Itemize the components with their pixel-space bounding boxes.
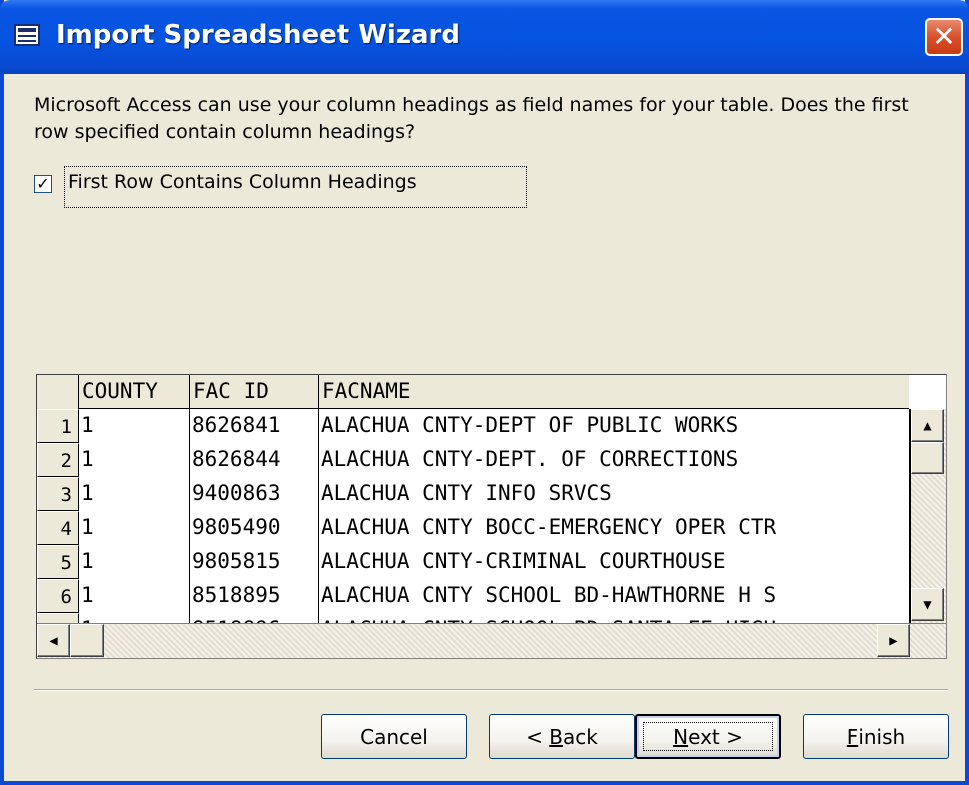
table-row[interactable]: 1 1 8626841 ALACHUA CNTY-DEPT OF PUBLIC … [37,409,909,443]
cell-county: 1 [79,613,190,623]
scroll-right-button[interactable]: ▶ [877,624,910,657]
arrow-up-icon: ▲ [923,417,932,434]
data-preview-grid[interactable]: COUNTY FAC ID FACNAME 1 1 8626841 ALACHU… [36,374,947,659]
back-button-mnemonic: B [549,724,563,749]
back-button-label: ack [563,724,598,749]
row-number: 2 [37,443,79,477]
table-row[interactable]: 4 1 9805490 ALACHUA CNTY BOCC-EMERGENCY … [37,511,909,545]
cell-fac-id: 8626844 [190,443,319,477]
table-row-partial[interactable]: 7 1 8518896 ALACHUA CNTY SCHOOL BD-SANTA… [37,613,909,623]
first-row-headings-checkbox[interactable]: ✓ [34,175,52,193]
finish-button-mnemonic: F [846,724,859,749]
arrow-right-icon: ▶ [889,632,898,649]
cell-facname: ALACHUA CNTY INFO SRVCS [321,481,612,505]
cell-county: 1 [79,579,190,613]
title-bar[interactable]: Import Spreadsheet Wizard ✕ [0,0,969,74]
arrow-down-icon: ▼ [923,596,932,613]
column-header-facname[interactable]: FACNAME [319,375,909,409]
cell-facname: ALACHUA CNTY SCHOOL BD-SANTA FE HIGH [319,613,909,623]
cell-facname: ALACHUA CNTY SCHOOL BD-HAWTHORNE H S [321,583,777,607]
row-number: 5 [37,545,79,579]
vertical-scrollbar[interactable]: ▲ ▼ [911,409,946,623]
cell-fac-id: 9805490 [190,511,319,545]
cell-county: 1 [79,409,190,443]
cell-county: 1 [79,545,190,579]
scroll-up-button[interactable]: ▲ [911,409,944,442]
checkmark-icon: ✓ [36,174,50,193]
close-button[interactable]: ✕ [925,18,963,56]
table-row[interactable]: 5 1 9805815 ALACHUA CNTY-CRIMINAL COURTH… [37,545,909,579]
cancel-button-label: Cancel [360,724,428,749]
cell-fac-id: 8518896 [190,613,319,623]
table-icon [14,24,40,46]
button-separator [34,689,948,691]
horizontal-scrollbar[interactable]: ◀ ▶ [37,623,946,658]
cell-facname: ALACHUA CNTY-CRIMINAL COURTHOUSE [321,549,726,573]
cell-fac-id: 8518895 [190,579,319,613]
cell-facname: ALACHUA CNTY BOCC-EMERGENCY OPER CTR [321,515,777,539]
cell-facname: ALACHUA CNTY-DEPT OF PUBLIC WORKS [321,413,739,437]
column-header-fac-id[interactable]: FAC ID [190,375,319,409]
row-number: 3 [37,477,79,511]
cell-fac-id: 8626841 [190,409,319,443]
table-row[interactable]: 3 1 9400863 ALACHUA CNTY INFO SRVCS [37,477,909,511]
back-button-prefix: < [526,724,550,749]
row-number: 1 [37,409,79,443]
instructions-text: Microsoft Access can use your column hea… [34,94,909,143]
next-button[interactable]: Next > [635,714,781,759]
next-button-focus-ring [643,722,773,751]
scroll-left-button[interactable]: ◀ [37,624,70,657]
first-row-headings-checkbox-row[interactable]: ✓ [34,170,52,198]
cell-fac-id: 9805815 [190,545,319,579]
grid-body: 1 1 8626841 ALACHUA CNTY-DEPT OF PUBLIC … [37,409,911,623]
cell-county: 1 [79,443,190,477]
finish-button[interactable]: Finish [803,714,949,759]
cell-facname: ALACHUA CNTY-DEPT. OF CORRECTIONS [321,447,739,471]
grid-corner [37,375,79,409]
first-row-headings-label[interactable]: First Row Contains Column Headings [68,171,417,193]
horizontal-scroll-thumb[interactable] [70,624,104,657]
cancel-button[interactable]: Cancel [321,714,467,759]
grid-header-row: COUNTY FAC ID FACNAME [37,375,909,409]
back-button[interactable]: < Back [489,714,635,759]
scroll-down-button[interactable]: ▼ [911,588,944,621]
arrow-left-icon: ◀ [49,632,58,649]
table-row[interactable]: 6 1 8518895 ALACHUA CNTY SCHOOL BD-HAWTH… [37,579,909,613]
row-number: 7 [37,613,79,623]
column-header-county[interactable]: COUNTY [79,375,190,409]
close-icon: ✕ [932,20,956,53]
window-title: Import Spreadsheet Wizard [56,20,460,50]
cell-fac-id: 9400863 [190,477,319,511]
cell-county: 1 [79,477,190,511]
row-number: 6 [37,579,79,613]
finish-button-label: inish [858,724,906,749]
row-number: 4 [37,511,79,545]
cell-county: 1 [79,511,190,545]
table-row[interactable]: 2 1 8626844 ALACHUA CNTY-DEPT. OF CORREC… [37,443,909,477]
vertical-scroll-thumb[interactable] [911,442,944,474]
